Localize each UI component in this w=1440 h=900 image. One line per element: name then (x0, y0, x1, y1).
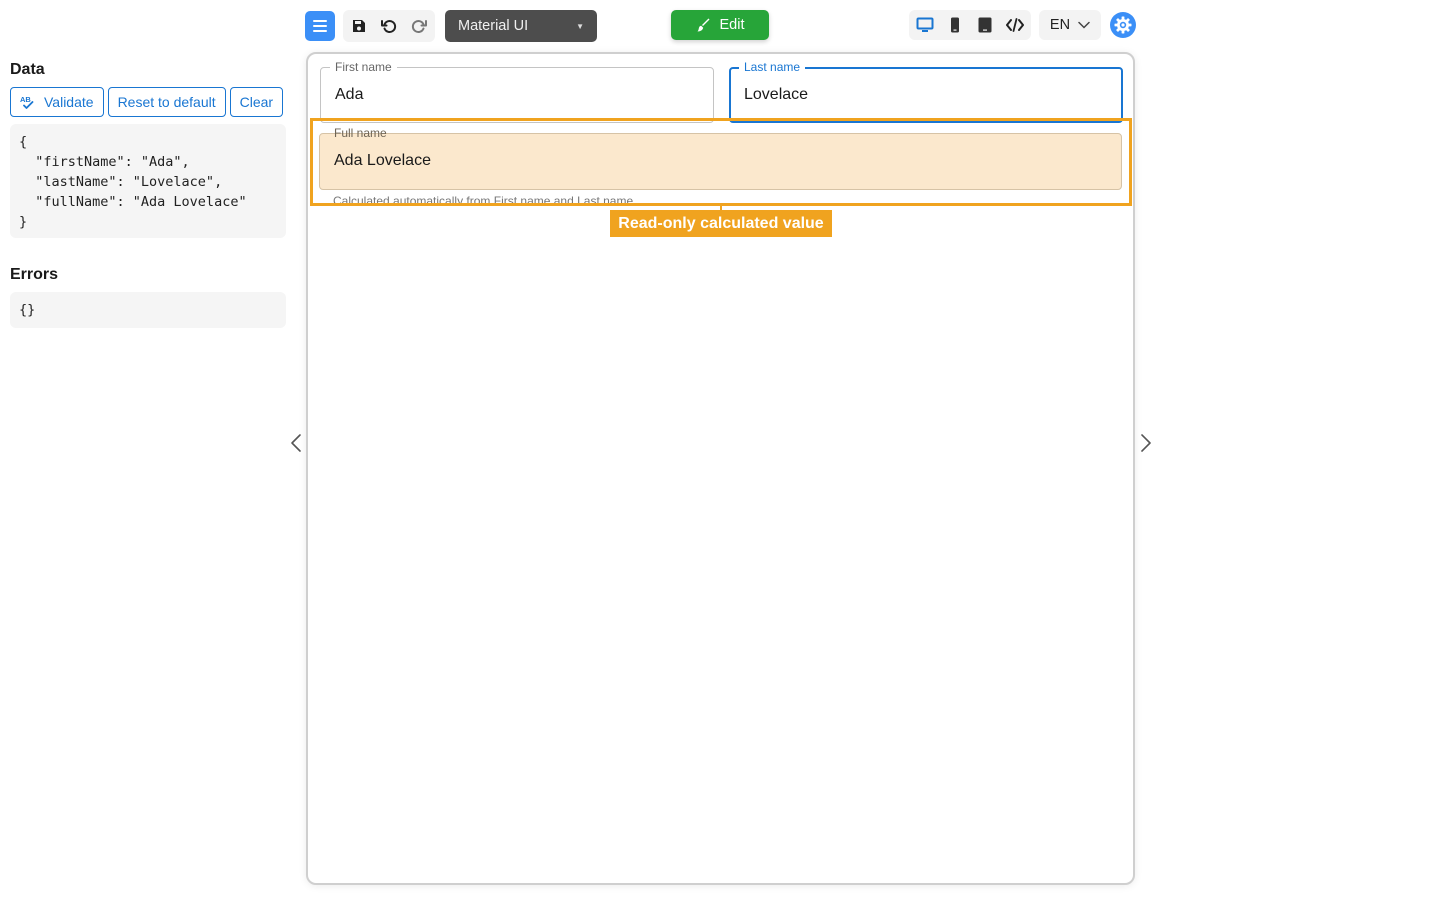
validate-button[interactable]: AB Validate (10, 87, 104, 117)
first-name-label: First name (330, 60, 397, 74)
redo-icon (411, 20, 427, 33)
undo-button[interactable] (377, 14, 401, 38)
undo-icon (381, 20, 397, 33)
tablet-icon (978, 17, 992, 33)
full-name-value: Ada Lovelace (334, 152, 431, 169)
errors-section-title: Errors (10, 266, 59, 283)
device-toolbar-group (909, 10, 1031, 40)
errors-json-view: {} (10, 292, 286, 328)
mobile-view-button[interactable] (943, 13, 967, 37)
redo-button[interactable] (407, 14, 431, 38)
theme-select[interactable]: Material UI ▼ (445, 10, 597, 42)
desktop-view-button[interactable] (913, 13, 937, 37)
last-name-label: Last name (739, 60, 806, 74)
last-name-field[interactable]: Last name Lovelace (729, 60, 1123, 123)
last-name-value: Lovelace (744, 86, 809, 103)
language-select[interactable]: EN (1039, 10, 1101, 40)
data-actions: AB Validate Reset to default Clear (10, 87, 284, 117)
hamburger-icon (313, 20, 327, 32)
edit-button-label: Edit (719, 17, 745, 33)
save-icon (353, 20, 365, 32)
data-json-view: { "firstName": "Ada", "lastName": "Lovel… (10, 124, 286, 238)
clear-button[interactable]: Clear (229, 87, 284, 117)
code-view-button[interactable] (1003, 13, 1027, 37)
settings-button[interactable] (1110, 12, 1136, 38)
validate-button-label: Validate (44, 94, 94, 110)
theme-select-value: Material UI (458, 18, 529, 34)
collapse-left-panel-button[interactable] (288, 431, 304, 455)
reset-button-label: Reset to default (117, 94, 216, 110)
expand-right-panel-button[interactable] (1138, 431, 1154, 455)
chevron-down-icon (1078, 21, 1090, 29)
clear-button-label: Clear (239, 94, 274, 110)
data-section-title: Data (10, 61, 45, 78)
language-select-value: EN (1049, 17, 1071, 33)
code-icon (1006, 18, 1024, 32)
gear-icon (1114, 16, 1132, 34)
spellcheck-icon: AB (20, 95, 36, 109)
first-name-value: Ada (335, 86, 364, 103)
edit-button[interactable]: Edit (671, 10, 769, 40)
toolbar: Material UI ▼ Edit EN (0, 0, 1440, 50)
chevron-down-icon: ▼ (576, 21, 584, 31)
tablet-view-button[interactable] (973, 13, 997, 37)
first-name-field[interactable]: First name Ada (320, 60, 714, 123)
full-name-helper-text: Calculated automatically from First name… (333, 194, 634, 203)
reset-to-default-button[interactable]: Reset to default (107, 87, 226, 117)
readonly-annotation-tag: Read-only calculated value (610, 210, 832, 237)
full-name-label: Full name (334, 126, 387, 140)
chevron-right-icon (1141, 434, 1151, 452)
mobile-icon (951, 17, 959, 33)
paintbrush-icon (697, 18, 709, 31)
menu-button[interactable] (305, 11, 335, 41)
full-name-field: Full name Ada Lovelace (319, 126, 1122, 190)
desktop-icon (916, 17, 934, 32)
form-canvas: First name Ada Last name Lovelace Full n… (306, 52, 1135, 885)
chevron-left-icon (291, 434, 301, 452)
svg-text:AB: AB (20, 95, 31, 104)
history-toolbar-group (343, 10, 435, 42)
save-button[interactable] (347, 14, 371, 38)
